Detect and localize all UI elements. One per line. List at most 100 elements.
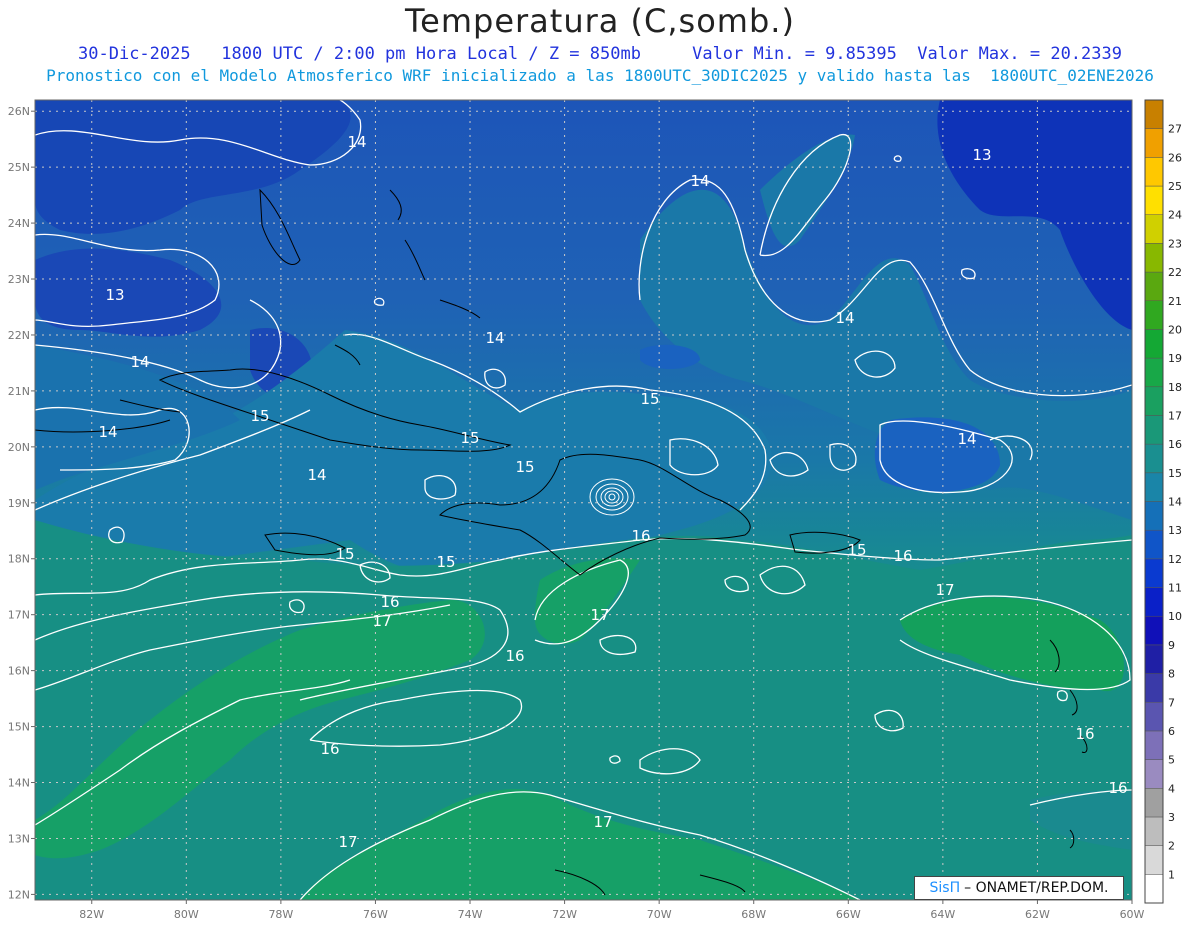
map-field — [35, 100, 1132, 900]
colorbar-swatch — [1144, 673, 1164, 703]
colorbar-swatch — [1144, 788, 1164, 818]
colorbar-swatch — [1144, 816, 1164, 846]
colorbar-swatch — [1144, 874, 1164, 904]
colorbar-swatch — [1144, 730, 1164, 760]
lat-label: 26N — [8, 105, 30, 118]
colorbar-swatch — [1144, 157, 1164, 187]
colorbar-swatch — [1144, 845, 1164, 875]
lat-label: 19N — [8, 497, 30, 510]
lat-label: 16N — [8, 665, 30, 678]
lat-label: 12N — [8, 888, 30, 901]
lon-label: 78W — [268, 908, 293, 921]
lat-label: 15N — [8, 721, 30, 734]
contour-label-14-e: 14 — [130, 353, 149, 371]
colorbar-label: 5 — [1168, 754, 1175, 767]
contour-label-17-b: 17 — [590, 606, 609, 624]
lat-label: 17N — [8, 609, 30, 622]
colorbar-label: 2 — [1168, 840, 1175, 853]
colorbar-label: 13 — [1168, 524, 1182, 537]
colorbar-label: 17 — [1168, 409, 1182, 422]
colorbar-label: 4 — [1168, 782, 1175, 795]
contour-label-16-f: 16 — [1075, 725, 1094, 743]
colorbar-swatch — [1144, 443, 1164, 474]
longitude-labels: 82W 80W 78W 76W 74W 72W 70W 68W 66W 64W 62W 60W — [79, 900, 1145, 921]
colorbar-swatch — [1144, 300, 1164, 330]
contour-label-16-g: 16 — [1108, 779, 1127, 797]
contour-label-15-a: 15 — [640, 390, 659, 408]
contour-label-13-a: 13 — [972, 146, 991, 164]
contour-label-15-e: 15 — [335, 545, 354, 563]
lat-label: 23N — [8, 273, 30, 286]
colorbar-swatch — [1144, 214, 1164, 244]
contour-label-14-b: 14 — [690, 172, 709, 190]
contour-label-17-a: 17 — [935, 581, 954, 599]
lon-label: 80W — [174, 908, 199, 921]
credit-box: SisΠ – ONAMET/REP.DOM. — [914, 876, 1124, 900]
contour-label-13-b: 13 — [105, 286, 124, 304]
colorbar-label: 1 — [1168, 868, 1175, 881]
lon-label: 74W — [458, 908, 483, 921]
contour-label-16-c: 16 — [380, 593, 399, 611]
lon-label: 68W — [741, 908, 766, 921]
contour-label-14-h: 14 — [307, 466, 326, 484]
colorbar-label: 15 — [1168, 467, 1182, 480]
colorbar-label: 7 — [1168, 696, 1175, 709]
lat-label: 18N — [8, 553, 30, 566]
contour-label-15-b: 15 — [250, 407, 269, 425]
contour-label-16-a: 16 — [631, 527, 650, 545]
colorbar-label: 14 — [1168, 496, 1182, 509]
colorbar-label: 24 — [1168, 209, 1182, 222]
colorbar-label: 6 — [1168, 725, 1175, 738]
colorbar-label: 9 — [1168, 639, 1175, 652]
colorbar-swatch — [1144, 357, 1164, 388]
lon-label: 70W — [647, 908, 672, 921]
contour-label-14-d: 14 — [485, 329, 504, 347]
lat-label: 14N — [8, 777, 30, 790]
colorbar-swatch — [1144, 243, 1164, 273]
colorbar-swatch — [1144, 415, 1164, 445]
colorbar-swatch — [1144, 558, 1164, 588]
colorbar-swatch — [1144, 501, 1164, 531]
contour-label-15-g: 15 — [847, 541, 866, 559]
colorbar-label: 8 — [1168, 668, 1175, 681]
contour-label-14-g: 14 — [957, 430, 976, 448]
colorbar-swatch — [1144, 185, 1164, 215]
lon-label: 62W — [1025, 908, 1050, 921]
colorbar-label: 22 — [1168, 266, 1182, 279]
lon-label: 60W — [1120, 908, 1145, 921]
contour-label-14-a: 14 — [347, 133, 366, 151]
contour-label-16-b: 16 — [893, 547, 912, 565]
colorbar-swatch — [1144, 386, 1164, 416]
contour-label-17-d: 17 — [338, 833, 357, 851]
colorbar-label: 27 — [1168, 123, 1182, 136]
colorbar-swatch — [1144, 529, 1164, 560]
lat-label: 20N — [8, 441, 30, 454]
lat-label: 22N — [8, 329, 30, 342]
colorbar-label: 19 — [1168, 352, 1182, 365]
credit-text: – ONAMET/REP.DOM. — [964, 880, 1109, 896]
contour-label-17-e: 17 — [593, 813, 612, 831]
colorbar-swatch — [1144, 702, 1164, 732]
lon-label: 72W — [552, 908, 577, 921]
colorbar-swatch — [1144, 329, 1164, 359]
colorbar: 1234567891011121314151617181920212223242… — [1144, 99, 1182, 904]
contour-label-15-c: 15 — [460, 429, 479, 447]
colorbar-label: 10 — [1168, 610, 1182, 623]
colorbar-label: 20 — [1168, 323, 1182, 336]
colorbar-label: 12 — [1168, 553, 1182, 566]
colorbar-swatch — [1144, 99, 1164, 129]
colorbar-swatch — [1144, 644, 1164, 674]
colorbar-label: 26 — [1168, 151, 1182, 164]
contour-label-15-d: 15 — [515, 458, 534, 476]
lat-label: 24N — [8, 217, 30, 230]
lon-label: 64W — [930, 908, 955, 921]
colorbar-label: 21 — [1168, 295, 1182, 308]
colorbar-swatch — [1144, 587, 1164, 617]
colorbar-label: 16 — [1168, 438, 1182, 451]
colorbar-label: 25 — [1168, 180, 1182, 193]
contour-label-17-c: 17 — [372, 612, 391, 630]
lat-label: 25N — [8, 161, 30, 174]
lon-label: 76W — [363, 908, 388, 921]
lon-label: 82W — [79, 908, 104, 921]
lat-label: 21N — [8, 385, 30, 398]
